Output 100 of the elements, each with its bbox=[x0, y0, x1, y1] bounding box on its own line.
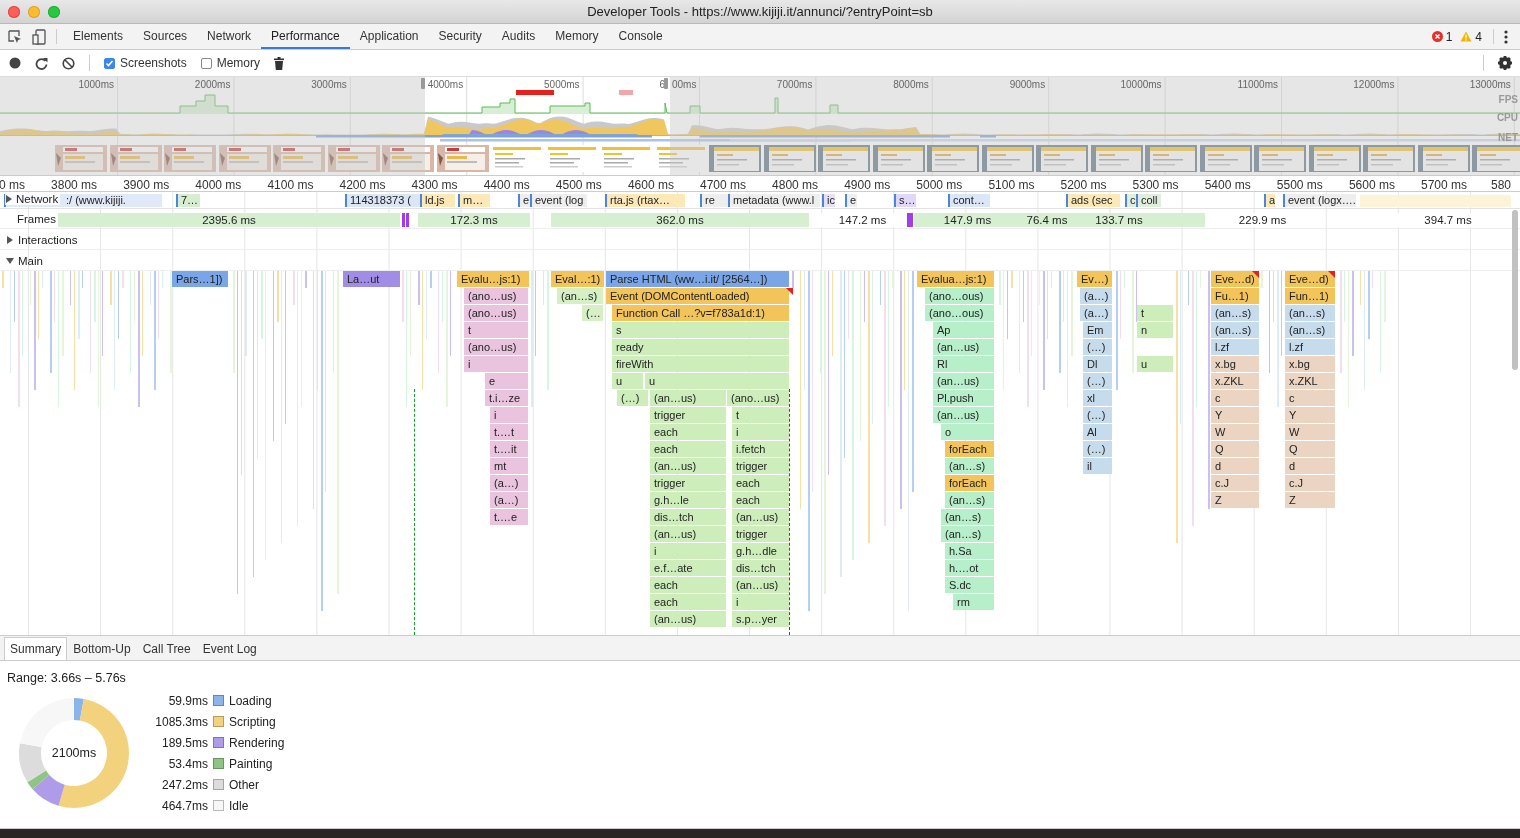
flame-block[interactable]: d bbox=[1285, 458, 1335, 474]
flame-block[interactable]: Al bbox=[1083, 424, 1112, 440]
panel-tab[interactable]: Network bbox=[197, 24, 262, 49]
flame-block[interactable]: (a…) bbox=[490, 475, 528, 491]
flame-block[interactable]: Eve…d) bbox=[1211, 271, 1259, 287]
range-handle[interactable] bbox=[421, 78, 425, 89]
flame-block[interactable]: c.J bbox=[1211, 475, 1259, 491]
frame-bar[interactable]: 76.4 ms bbox=[1021, 213, 1073, 227]
panel-tab[interactable]: Memory bbox=[545, 24, 609, 49]
flame-block[interactable]: Dl bbox=[1083, 356, 1112, 372]
network-request-bar[interactable]: a bbox=[1264, 194, 1276, 207]
flame-block[interactable]: dis…tch bbox=[650, 509, 726, 525]
close-button[interactable] bbox=[8, 5, 20, 18]
details-tab[interactable]: Event Log bbox=[196, 637, 263, 660]
flame-block[interactable]: (a…) bbox=[1080, 288, 1112, 304]
frame-bar[interactable]: 147.9 ms bbox=[914, 213, 1021, 227]
panel-tab[interactable]: Console bbox=[608, 24, 673, 49]
flame-block[interactable]: (an…s) bbox=[941, 526, 994, 542]
flame-block[interactable]: i.fetch bbox=[732, 441, 789, 457]
flame-block[interactable]: (a…) bbox=[490, 492, 528, 508]
flame-block[interactable]: (an…s) bbox=[1211, 322, 1259, 338]
flame-block[interactable]: t bbox=[732, 407, 789, 423]
flame-block[interactable]: (…) bbox=[1083, 441, 1112, 457]
network-request-bar[interactable]: m… bbox=[458, 194, 490, 207]
flame-block[interactable]: s bbox=[612, 322, 789, 338]
flame-block[interactable]: ready bbox=[612, 339, 789, 355]
flame-block[interactable]: (ano…us) bbox=[464, 305, 528, 321]
scrollbar-thumb[interactable] bbox=[1512, 210, 1518, 370]
flame-block[interactable]: (an…s) bbox=[1285, 322, 1335, 338]
flame-block[interactable]: (an…us) bbox=[933, 373, 994, 389]
flame-block[interactable]: Eval…:1) bbox=[551, 271, 604, 287]
flame-block[interactable]: u bbox=[645, 373, 789, 389]
flame-block[interactable]: i bbox=[490, 407, 528, 423]
flame-block[interactable]: t bbox=[1137, 305, 1173, 321]
option-checkbox[interactable]: Screenshots bbox=[104, 56, 187, 70]
flame-block[interactable]: (an…us) bbox=[650, 458, 726, 474]
flame-block[interactable]: i bbox=[464, 356, 528, 372]
flame-block[interactable]: Ev…) bbox=[1077, 271, 1112, 287]
expand-triangle-icon[interactable] bbox=[6, 236, 14, 244]
flame-block[interactable]: (an…us) bbox=[650, 390, 726, 406]
range-handle[interactable] bbox=[664, 78, 668, 89]
flame-block[interactable]: Function Call …?v=f783a1d:1) bbox=[612, 305, 789, 321]
flame-block[interactable]: (an…us) bbox=[933, 339, 994, 355]
flame-block[interactable]: x.ZKL bbox=[1285, 373, 1335, 389]
checkbox[interactable] bbox=[104, 57, 115, 69]
frame-bar[interactable]: 2395.6 ms bbox=[58, 213, 400, 227]
panel-tab[interactable]: Security bbox=[428, 24, 492, 49]
flame-block[interactable]: c bbox=[1211, 390, 1259, 406]
flame-block[interactable]: (an…us) bbox=[732, 509, 789, 525]
flame-block[interactable]: il bbox=[1083, 458, 1112, 474]
flame-block[interactable]: c.J bbox=[1285, 475, 1335, 491]
flame-block[interactable]: (an…s) bbox=[941, 509, 994, 525]
frame-bar[interactable]: 172.3 ms bbox=[418, 213, 530, 227]
flame-block[interactable]: x.ZKL bbox=[1211, 373, 1259, 389]
flame-block[interactable]: (an…s) bbox=[557, 288, 603, 304]
flame-block[interactable]: e bbox=[485, 373, 528, 389]
panel-tab[interactable]: Elements bbox=[63, 24, 134, 49]
flame-block[interactable]: c bbox=[1285, 390, 1335, 406]
flame-block[interactable]: (an…s) bbox=[945, 458, 994, 474]
panel-tab[interactable]: Sources bbox=[133, 24, 198, 49]
network-request-bar[interactable]: cont… bbox=[948, 194, 990, 207]
flame-block[interactable]: (an…us) bbox=[732, 577, 789, 593]
flame-block[interactable]: Pars…1]) bbox=[172, 271, 228, 287]
flame-block[interactable]: (…) bbox=[1083, 373, 1112, 389]
frame-bar[interactable]: 133.7 ms bbox=[1073, 213, 1165, 227]
flame-block[interactable]: trigger bbox=[650, 407, 726, 423]
flame-block[interactable]: (…) bbox=[1083, 407, 1112, 423]
checkbox[interactable] bbox=[200, 57, 212, 69]
flame-block[interactable]: n bbox=[1137, 322, 1173, 338]
flame-block[interactable]: (…) bbox=[1083, 339, 1112, 355]
flame-block[interactable]: d bbox=[1211, 458, 1259, 474]
flame-block[interactable]: l.zf bbox=[1285, 339, 1335, 355]
details-tab[interactable]: Summary bbox=[4, 637, 68, 660]
flame-block[interactable]: Evalu…js:1) bbox=[457, 271, 529, 287]
flame-block[interactable]: t bbox=[464, 322, 528, 338]
network-request-bar[interactable]: event (logx…. bbox=[1283, 194, 1356, 207]
network-request-bar[interactable]: coll bbox=[1136, 194, 1161, 207]
flame-block[interactable]: t.…it bbox=[490, 441, 528, 457]
flame-block[interactable]: each bbox=[650, 594, 726, 610]
flame-block[interactable]: (an…us) bbox=[933, 407, 994, 423]
network-request-bar[interactable]: c bbox=[1125, 194, 1136, 207]
network-request-bar[interactable]: ads (sec bbox=[1066, 194, 1120, 207]
flame-block[interactable]: t.i…ze bbox=[485, 390, 528, 406]
flame-block[interactable]: trigger bbox=[732, 526, 789, 542]
flame-block[interactable]: Z bbox=[1285, 492, 1335, 508]
network-request-bar[interactable]: s… bbox=[894, 194, 916, 207]
flame-block[interactable]: i bbox=[650, 543, 726, 559]
network-request-bar[interactable]: ic bbox=[822, 194, 835, 207]
flame-block[interactable]: Event (DOMContentLoaded) bbox=[606, 288, 789, 304]
panel-tab[interactable]: Audits bbox=[491, 24, 546, 49]
network-request-bar[interactable]: e bbox=[845, 194, 857, 207]
flame-block[interactable]: i bbox=[732, 594, 789, 610]
flame-block[interactable]: x.bg bbox=[1285, 356, 1335, 372]
flame-block[interactable]: g.h…le bbox=[650, 492, 726, 508]
flame-block[interactable]: S.dc bbox=[945, 577, 994, 593]
flame-block[interactable]: Rl bbox=[933, 356, 994, 372]
flame-block[interactable]: each bbox=[650, 424, 726, 440]
flame-block[interactable]: dis…tch bbox=[732, 560, 789, 576]
network-request-bar[interactable]: rta.js (rtax… bbox=[605, 194, 685, 207]
flame-block[interactable]: i bbox=[732, 424, 789, 440]
